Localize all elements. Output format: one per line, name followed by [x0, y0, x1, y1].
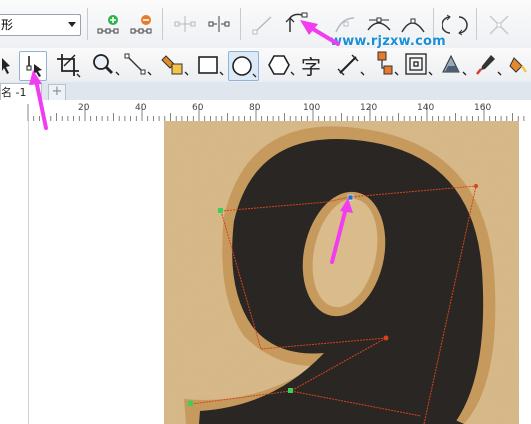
annotation-arrows: [29, 20, 353, 264]
annotation-arrow-node: [330, 206, 348, 264]
annotation-arrow-shape-tool: [34, 78, 48, 130]
